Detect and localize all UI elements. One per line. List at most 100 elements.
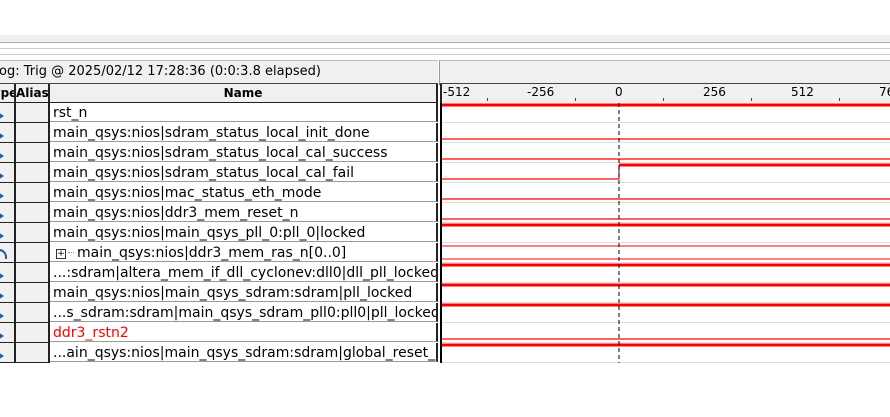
- log-title-bar: Log: Trig @ 2025/02/12 17:28:36 (0:0:3.8…: [0, 60, 438, 85]
- signal-row[interactable]: main_qsys:nios|mac_status_eth_mode: [0, 183, 438, 203]
- signal-row[interactable]: ...ain_qsys:nios|main_qsys_sdram:sdram|g…: [0, 343, 438, 363]
- name-cell: main_qsys:nios|mac_status_eth_mode: [50, 183, 438, 202]
- ruler-tick-label: 512: [791, 85, 814, 99]
- signal-row[interactable]: ddr3_rstn2: [0, 323, 438, 343]
- signal-row[interactable]: main_qsys:nios|sdram_status_local_cal_su…: [0, 143, 438, 163]
- type-cell: [0, 183, 16, 203]
- alias-cell: [16, 343, 50, 363]
- signal-row[interactable]: rst_n: [0, 103, 438, 123]
- column-header: Type Alias Name: [0, 84, 438, 103]
- name-cell: main_qsys:nios|main_qsys_sdram:sdram|pll…: [50, 283, 438, 302]
- node-icon: [0, 172, 4, 180]
- signal-name: ...ain_qsys:nios|main_qsys_sdram:sdram|g…: [53, 345, 438, 361]
- type-cell: [0, 103, 16, 123]
- signal-row[interactable]: main_qsys:nios|main_qsys_pll_0:pll_0|loc…: [0, 223, 438, 243]
- name-cell: ddr3_rstn2: [50, 323, 438, 342]
- signal-row[interactable]: ...s_sdram:sdram|main_qsys_sdram_pll0:pl…: [0, 303, 438, 323]
- signal-name: main_qsys:nios|sdram_status_local_cal_su…: [53, 145, 388, 161]
- name-cell: main_qsys:nios|sdram_status_local_cal_su…: [50, 143, 438, 162]
- signal-name: main_qsys:nios|main_qsys_pll_0:pll_0|loc…: [53, 225, 366, 241]
- name-cell: main_qsys:nios|ddr3_mem_reset_n: [50, 203, 438, 222]
- type-cell: [0, 343, 16, 363]
- node-icon: [0, 312, 4, 320]
- alias-cell: [16, 243, 50, 263]
- signal-name: main_qsys:nios|main_qsys_sdram:sdram|pll…: [53, 285, 413, 301]
- name-cell: ...s_sdram:sdram|main_qsys_sdram_pll0:pl…: [50, 303, 438, 322]
- alias-cell: [16, 303, 50, 323]
- alias-cell: [16, 123, 50, 143]
- signal-name: ...s_sdram:sdram|main_qsys_sdram_pll0:pl…: [53, 305, 438, 321]
- expand-icon[interactable]: +: [56, 249, 66, 259]
- ruler-minor-tick: [751, 98, 752, 101]
- type-cell: [0, 143, 16, 163]
- ruler-minor-tick: [487, 98, 488, 101]
- signal-name: main_qsys:nios|mac_status_eth_mode: [53, 185, 322, 201]
- ruler-minor-tick: [575, 98, 576, 101]
- alias-cell: [16, 323, 50, 343]
- ruler-minor-tick: [663, 98, 664, 101]
- alias-cell: [16, 143, 50, 163]
- signal-name: main_qsys:nios|ddr3_mem_reset_n: [53, 205, 299, 221]
- alias-cell: [16, 263, 50, 283]
- ruler-tick-label: 768: [879, 85, 890, 99]
- signal-name: ...:sdram|altera_mem_if_dll_cyclonev:dll…: [53, 265, 438, 281]
- name-cell: ...ain_qsys:nios|main_qsys_sdram:sdram|g…: [50, 343, 438, 362]
- ruler-minor-tick: [839, 98, 840, 101]
- signal-row[interactable]: main_qsys:nios|ddr3_mem_reset_n: [0, 203, 438, 223]
- waveform-title-bar: [439, 60, 890, 85]
- name-cell: + main_qsys:nios|ddr3_mem_ras_n[0..0]: [50, 243, 438, 262]
- node-icon: [0, 192, 4, 200]
- type-cell: [0, 223, 16, 243]
- alias-cell: [16, 283, 50, 303]
- signal-row[interactable]: + main_qsys:nios|ddr3_mem_ras_n[0..0]: [0, 243, 438, 263]
- type-cell: [0, 163, 16, 183]
- bus-icon: [0, 249, 7, 259]
- type-column-header[interactable]: Type: [0, 84, 16, 103]
- waveform-area[interactable]: [440, 103, 890, 363]
- signal-name: main_qsys:nios|sdram_status_local_init_d…: [53, 125, 370, 141]
- node-icon: [0, 212, 4, 220]
- node-icon: [0, 112, 4, 120]
- signal-row[interactable]: main_qsys:nios|sdram_status_local_init_d…: [0, 123, 438, 143]
- time-ruler[interactable]: -512 -256 0 256 512 768: [440, 84, 890, 103]
- alias-cell: [16, 103, 50, 123]
- node-icon: [0, 292, 4, 300]
- name-cell: main_qsys:nios|sdram_status_local_cal_fa…: [50, 163, 438, 182]
- name-column-header[interactable]: Name: [50, 84, 438, 103]
- ruler-tick-label: 256: [703, 85, 726, 99]
- node-icon: [0, 272, 4, 280]
- type-cell: [0, 303, 16, 323]
- alias-cell: [16, 163, 50, 183]
- node-icon: [0, 152, 4, 160]
- node-icon: [0, 132, 4, 140]
- type-cell: [0, 123, 16, 143]
- name-cell: main_qsys:nios|main_qsys_pll_0:pll_0|loc…: [50, 223, 438, 242]
- signal-name: main_qsys:nios|ddr3_mem_ras_n[0..0]: [77, 245, 347, 261]
- ruler-tick-label: 0: [615, 85, 623, 99]
- ruler-tick-label: -512: [443, 85, 471, 99]
- signal-name: main_qsys:nios|sdram_status_local_cal_fa…: [53, 165, 355, 181]
- name-cell: ...:sdram|altera_mem_if_dll_cyclonev:dll…: [50, 263, 438, 282]
- tree-line: [68, 252, 74, 253]
- signal-row[interactable]: main_qsys:nios|sdram_status_local_cal_fa…: [0, 163, 438, 183]
- divider: [0, 48, 890, 55]
- signal-name: rst_n: [53, 105, 88, 121]
- name-cell: rst_n: [50, 103, 438, 122]
- signal-row[interactable]: main_qsys:nios|main_qsys_sdram:sdram|pll…: [0, 283, 438, 303]
- signal-row[interactable]: ...:sdram|altera_mem_if_dll_cyclonev:dll…: [0, 263, 438, 283]
- node-icon: [0, 332, 4, 340]
- log-title: Log: Trig @ 2025/02/12 17:28:36 (0:0:3.8…: [0, 64, 321, 79]
- node-icon: [0, 352, 4, 360]
- alias-cell: [16, 223, 50, 243]
- toolbar-strip: [0, 35, 890, 43]
- type-cell: [0, 243, 16, 263]
- signal-name: ddr3_rstn2: [53, 325, 129, 341]
- alias-column-header[interactable]: Alias: [16, 84, 50, 103]
- node-icon: [0, 232, 4, 240]
- type-cell: [0, 203, 16, 223]
- type-cell: [0, 283, 16, 303]
- alias-cell: [16, 183, 50, 203]
- alias-cell: [16, 203, 50, 223]
- ruler-tick-label: -256: [527, 85, 555, 99]
- name-cell: main_qsys:nios|sdram_status_local_init_d…: [50, 123, 438, 142]
